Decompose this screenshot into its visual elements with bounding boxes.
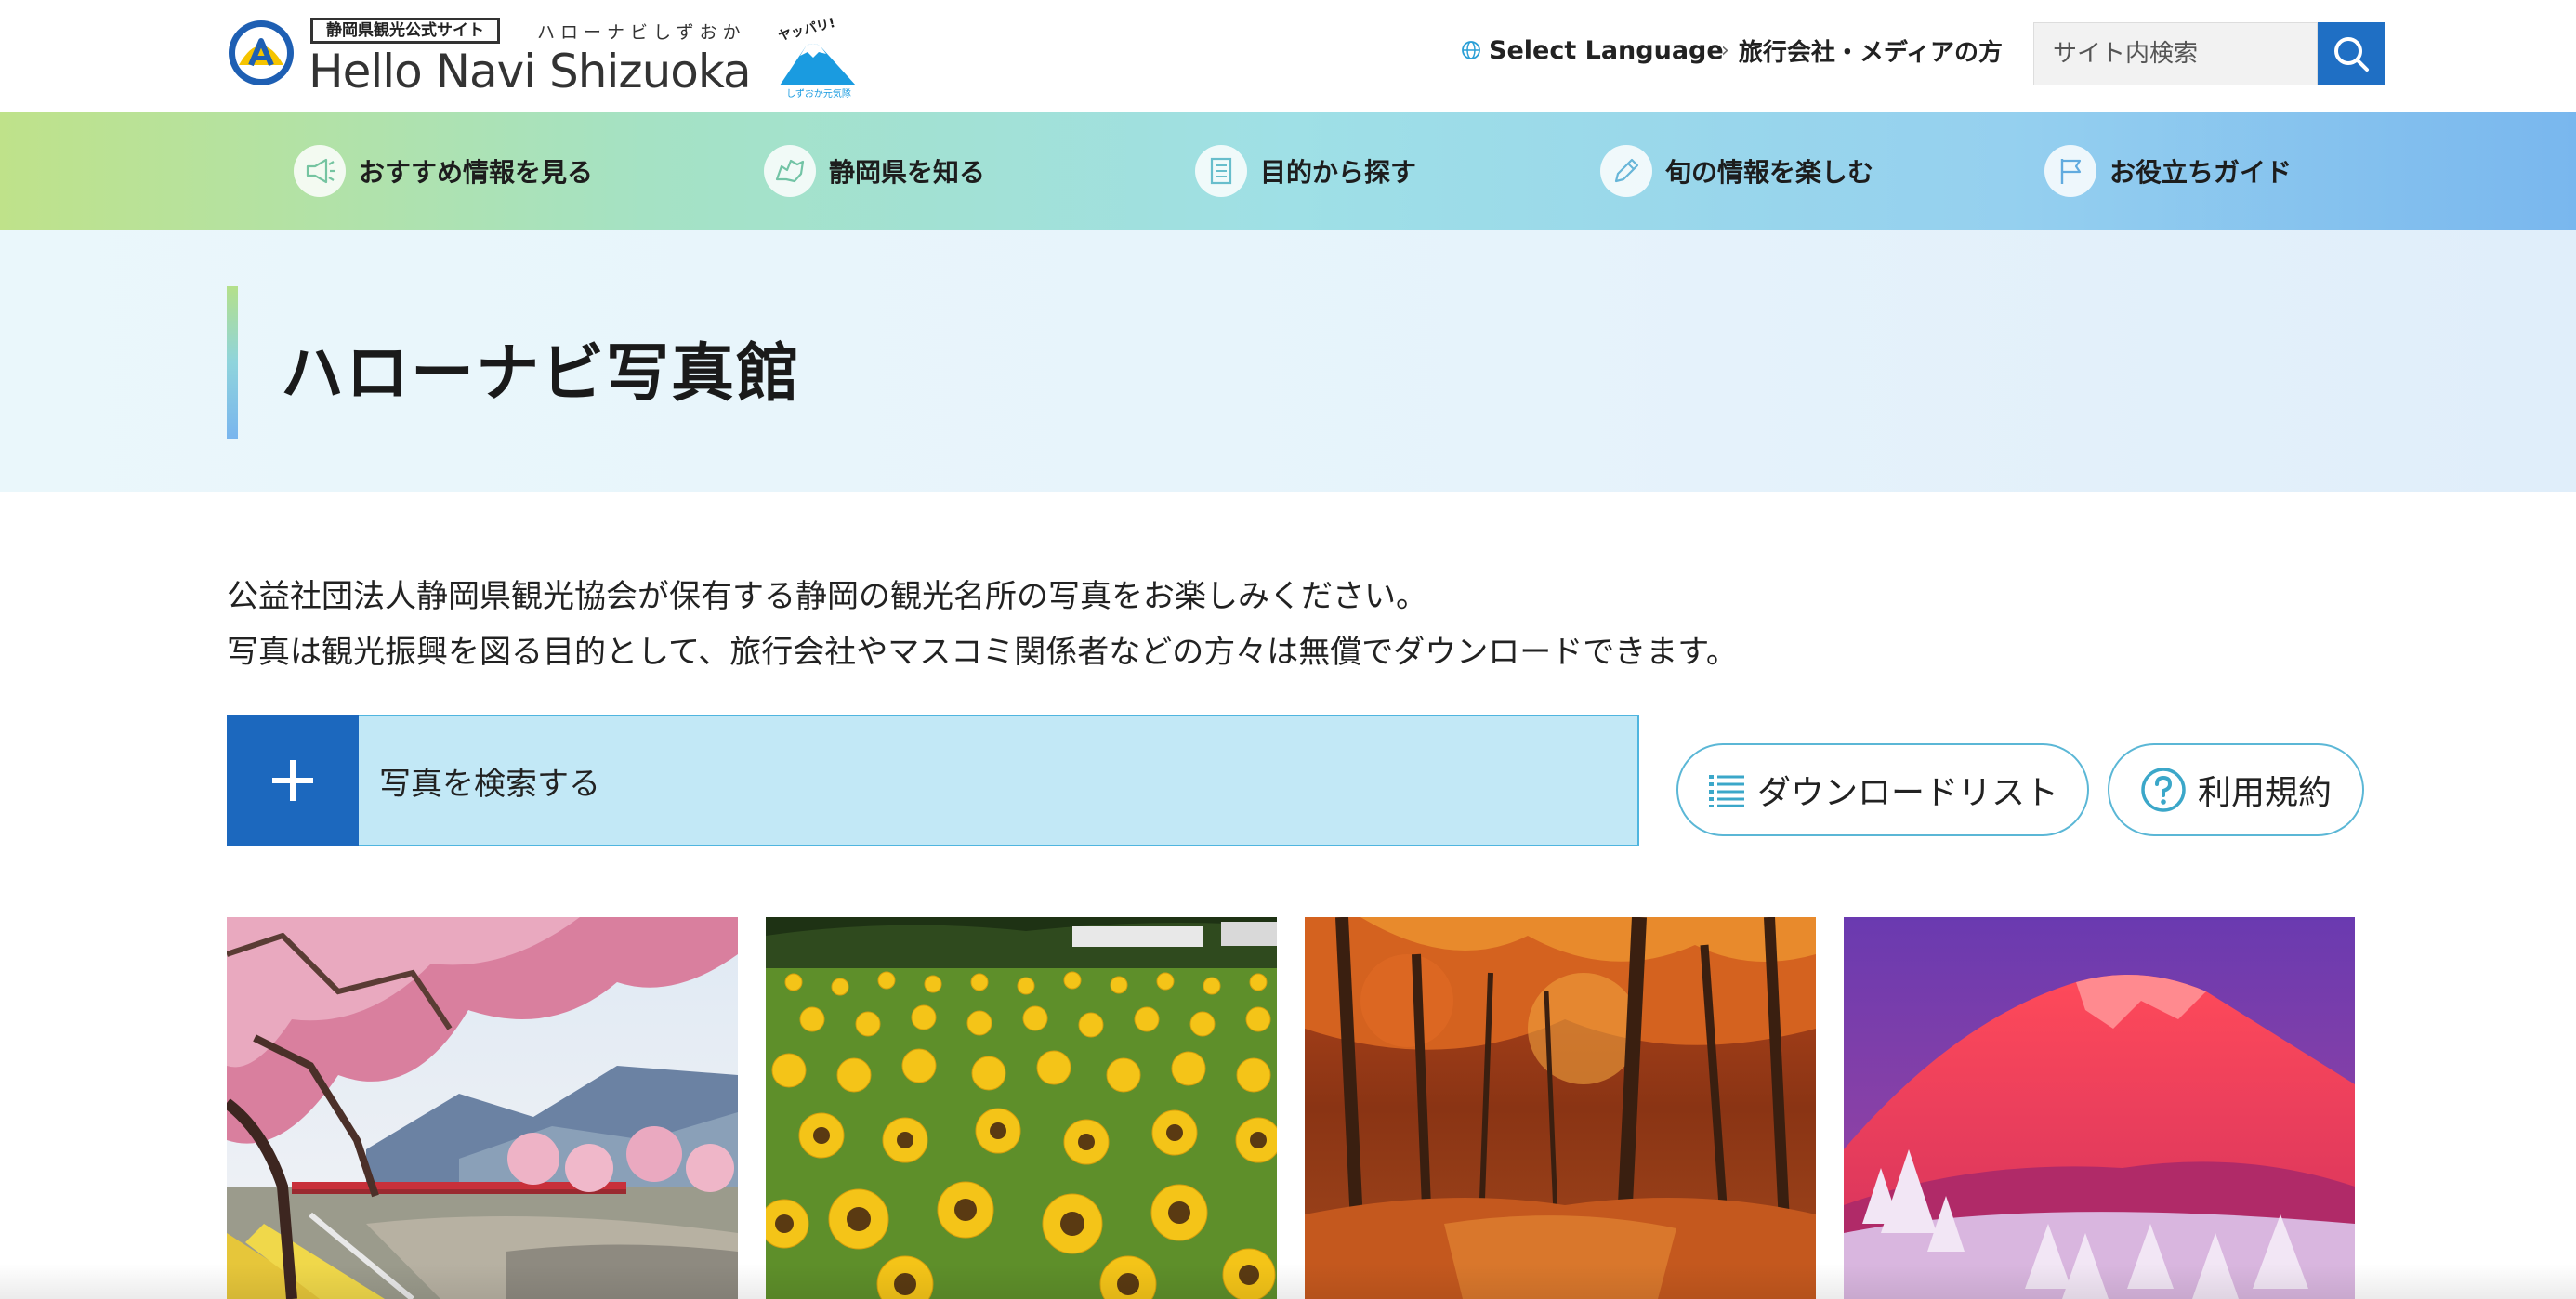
photo-red-fuji[interactable] [1844, 917, 2355, 1299]
question-icon [2141, 768, 2186, 812]
global-nav: おすすめ情報を見る 静岡県を知る 目的から探す 旬の情報を楽しむ お役立ちガイド [0, 112, 2576, 230]
select-language-label: Select Language [1489, 35, 1724, 65]
site-search-box [2033, 22, 2318, 85]
download-list-label: ダウンロードリスト [1756, 774, 2058, 812]
document-icon [1195, 145, 1247, 197]
agency-media-link[interactable]: › 旅行会社・メディアの方 [1721, 32, 2003, 69]
intro-line-1: 公益社団法人静岡県観光協会が保有する静岡の観光名所の写真をお楽しみください。 [227, 578, 1427, 615]
sunflower-image [766, 917, 1277, 1299]
nav-label: おすすめ情報を見る [359, 157, 594, 188]
megaphone-icon [294, 145, 346, 197]
site-header: 静岡県観光公式サイト ハローナビしずおか Hello Navi Shizuoka… [0, 0, 2576, 112]
flag-icon [2044, 145, 2096, 197]
intro-text: 公益社団法人静岡県観光協会が保有する静岡の観光名所の写真をお楽しみください。 写… [227, 569, 1738, 680]
nav-label: お役立ちガイド [2109, 157, 2293, 188]
logo-badge: 静岡県観光公式サイト [310, 18, 500, 44]
photo-autumn-forest[interactable] [1305, 917, 1816, 1299]
title-accent-bar [227, 286, 238, 439]
autumn-forest-image [1305, 917, 1816, 1299]
nav-label: 静岡県を知る [829, 157, 986, 188]
list-icon [1708, 775, 1744, 807]
terms-of-use-label: 利用規約 [2197, 774, 2332, 812]
intro-line-2: 写真は観光振興を図る目的として、旅行会社やマスコミ関係者などの方々は無償でダウン… [227, 634, 1738, 671]
nav-item-recommended[interactable]: おすすめ情報を見る [294, 112, 593, 230]
logo-mark-icon [229, 20, 294, 85]
terms-of-use-button[interactable]: 利用規約 [2108, 743, 2364, 836]
search-icon [2334, 37, 2369, 72]
plus-icon [227, 715, 359, 846]
pencil-icon [1600, 145, 1652, 197]
mascot-caption: しずおか元気隊 [786, 87, 851, 98]
nav-item-search-purpose[interactable]: 目的から探す [1195, 112, 1416, 230]
nav-item-know-shizuoka[interactable]: 静岡県を知る [764, 112, 985, 230]
select-language-link[interactable]: Select Language [1461, 32, 1724, 69]
chevron-right-icon: › [1721, 38, 1729, 62]
mascot-text: ヤッパリ! [777, 16, 836, 45]
search-button[interactable] [2318, 22, 2385, 85]
page-title: ハローナビ写真館 [281, 336, 802, 411]
download-list-button[interactable]: ダウンロードリスト [1676, 743, 2089, 836]
mascot-fuji-icon: ヤッパリ! しずおか元気隊 [777, 16, 856, 98]
nav-label: 旬の情報を楽しむ [1665, 157, 1874, 188]
nav-item-seasonal[interactable]: 旬の情報を楽しむ [1600, 112, 1873, 230]
site-search-input[interactable] [2053, 40, 2304, 68]
photo-cherry-blossom[interactable] [227, 917, 738, 1299]
nav-item-guide[interactable]: お役立ちガイド [2044, 112, 2292, 230]
site-logo[interactable]: 静岡県観光公式サイト ハローナビしずおか Hello Navi Shizuoka… [227, 13, 868, 100]
logo-name: Hello Navi Shizuoka [309, 45, 752, 98]
photo-sunflower-field[interactable] [766, 917, 1277, 1299]
globe-icon [1462, 41, 1480, 59]
photo-search-toggle[interactable]: 写真を検索する [227, 715, 1639, 846]
logo-kana: ハローナビしずおか [537, 22, 746, 43]
nav-label: 目的から探す [1260, 157, 1417, 188]
photo-search-label: 写真を検索する [379, 765, 600, 803]
map-icon [764, 145, 816, 197]
page-title-band: ハローナビ写真館 [0, 230, 2576, 492]
agency-media-label: 旅行会社・メディアの方 [1738, 38, 2003, 67]
red-fuji-image [1844, 917, 2355, 1299]
cherry-blossom-image [227, 917, 738, 1299]
